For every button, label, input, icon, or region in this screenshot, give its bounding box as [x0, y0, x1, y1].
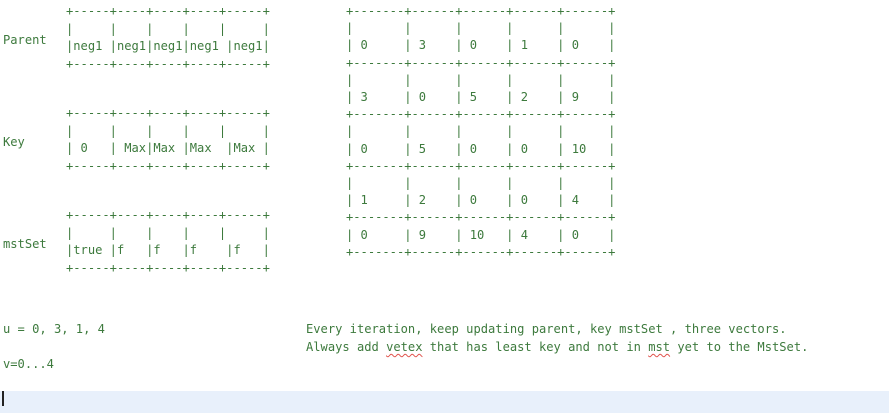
text-cursor	[2, 391, 4, 406]
note-line-2-a: Always add	[306, 340, 387, 354]
parent-table: +-----+----+----+----+-----+ | | | | | |…	[66, 4, 270, 71]
note-line-2-e: yet to the MstSet.	[670, 340, 809, 354]
label-parent: Parent	[3, 33, 47, 47]
note-line-2-c: that has least key and not in	[422, 340, 649, 354]
misspelled-word-vetex: vetex	[386, 340, 423, 354]
current-line-highlight	[0, 391, 889, 413]
label-mstset: mstSet	[3, 237, 47, 251]
mstset-table: +-----+----+----+----+-----+ | | | | | |…	[66, 208, 270, 275]
note-line-2: Always add vetex that has least key and …	[306, 340, 808, 354]
misspelled-word-mst: mst	[648, 340, 671, 354]
key-table: +-----+----+----+----+-----+ | | | | | |…	[66, 106, 270, 173]
v-line: v=0...4	[3, 357, 54, 371]
u-line: u = 0, 3, 1, 4	[3, 322, 105, 336]
note-line-1: Every iteration, keep updating parent, k…	[306, 322, 787, 336]
text-editor[interactable]: Parent +-----+----+----+----+-----+ | | …	[0, 0, 889, 413]
adjacency-matrix-table: +-------+------+------+------+------+ | …	[346, 4, 616, 259]
label-key: Key	[3, 135, 25, 149]
